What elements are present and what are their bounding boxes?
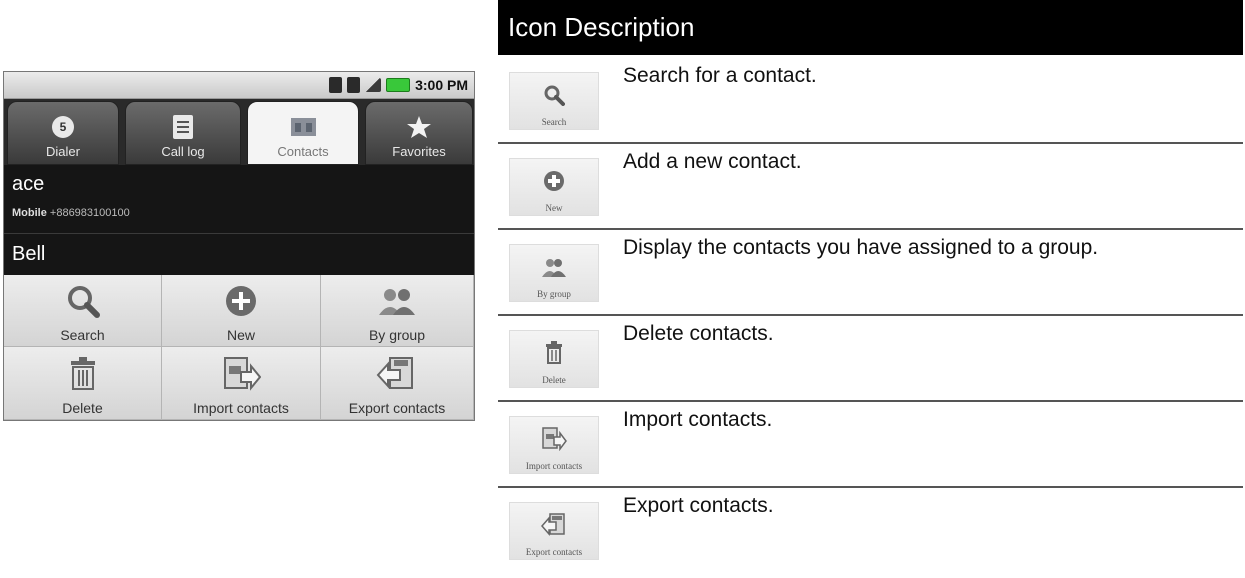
export-icon bbox=[540, 503, 568, 547]
table-row: Search Search for a contact. bbox=[498, 58, 1243, 144]
call-log-icon bbox=[170, 114, 196, 140]
menu-search-button[interactable]: Search bbox=[4, 275, 162, 347]
table-row: Delete Delete contacts. bbox=[498, 316, 1243, 402]
icon-cell: Export contacts bbox=[509, 502, 599, 560]
icon-label: Import contacts bbox=[525, 461, 583, 471]
menu-export-contacts-button[interactable]: Export contacts bbox=[321, 347, 474, 420]
tab-favorites[interactable]: Favorites bbox=[365, 101, 473, 165]
tab-label: Contacts bbox=[277, 144, 329, 159]
contact-number: Mobile +886983100100 bbox=[12, 207, 130, 219]
icon-label: Export contacts bbox=[525, 547, 583, 557]
add-icon bbox=[224, 275, 258, 327]
menu-label: Search bbox=[60, 327, 105, 343]
menu-label: New bbox=[226, 327, 255, 343]
divider bbox=[4, 233, 474, 234]
contacts-icon bbox=[290, 114, 316, 140]
menu-delete-button[interactable]: Delete bbox=[4, 347, 162, 420]
menu-label: By group bbox=[368, 327, 426, 343]
clock: 3:00 PM bbox=[415, 77, 468, 93]
contact-name: Bell bbox=[12, 243, 46, 265]
status-bar: 3:00 PM bbox=[4, 72, 474, 99]
number-type: Mobile bbox=[12, 207, 47, 219]
star-icon bbox=[406, 114, 432, 140]
menu-label: Import contacts bbox=[193, 400, 289, 416]
add-icon bbox=[543, 159, 565, 203]
icon-cell: By group bbox=[509, 244, 599, 302]
table-row: Import contacts Import contacts. bbox=[498, 402, 1243, 488]
icon-description: Import contacts. bbox=[623, 408, 773, 431]
search-icon bbox=[543, 73, 565, 117]
menu-by-group-button[interactable]: By group bbox=[321, 275, 474, 347]
menu-new-button[interactable]: New bbox=[162, 275, 321, 347]
table-header: Icon Description bbox=[498, 0, 1243, 55]
number-value: +886983100100 bbox=[49, 207, 130, 219]
icon-description: Export contacts. bbox=[623, 494, 774, 517]
icon-description: Display the contacts you have assigned t… bbox=[623, 236, 1099, 259]
icon-cell: New bbox=[509, 158, 599, 216]
tab-label: Dialer bbox=[46, 144, 80, 159]
contact-name: ace bbox=[12, 173, 45, 195]
tab-bar: 5 Dialer Call log Contacts Favorites bbox=[4, 99, 474, 165]
icon-label: By group bbox=[537, 289, 571, 299]
import-icon bbox=[221, 347, 261, 400]
tab-dialer[interactable]: 5 Dialer bbox=[7, 101, 119, 165]
trash-icon bbox=[69, 347, 97, 400]
menu-import-contacts-button[interactable]: Import contacts bbox=[162, 347, 321, 420]
icon-cell: Delete bbox=[509, 330, 599, 388]
icon-cell: Import contacts bbox=[509, 416, 599, 474]
battery-icon bbox=[386, 78, 411, 92]
table-row: New Add a new contact. bbox=[498, 144, 1243, 230]
menu-label: Delete bbox=[62, 400, 103, 416]
tab-label: Call log bbox=[161, 144, 205, 159]
icon-label: Delete bbox=[542, 375, 566, 385]
sd-card-icon bbox=[347, 77, 361, 93]
import-icon bbox=[541, 417, 567, 461]
contact-list: ace Mobile +886983100100 Bell bbox=[4, 165, 474, 275]
menu-label: Export contacts bbox=[348, 400, 446, 416]
signal-icon bbox=[365, 78, 382, 92]
icon-description: Search for a contact. bbox=[623, 64, 817, 87]
export-icon bbox=[376, 347, 418, 400]
phone-screenshot: 3:00 PM 5 Dialer Call log Contacts Favor… bbox=[3, 71, 475, 421]
icon-cell: Search bbox=[509, 72, 599, 130]
options-menu: Search New By group Delete Import contac… bbox=[4, 275, 474, 420]
tab-contacts[interactable]: Contacts bbox=[247, 101, 359, 165]
group-icon bbox=[541, 245, 567, 289]
icon-description: Delete contacts. bbox=[623, 322, 774, 345]
trash-icon bbox=[545, 331, 563, 375]
table-row: By group Display the contacts you have a… bbox=[498, 230, 1243, 316]
icon-label: New bbox=[545, 203, 563, 213]
icon-label: Search bbox=[541, 117, 567, 127]
svg-text:5: 5 bbox=[60, 120, 67, 134]
bluetooth-icon bbox=[329, 77, 343, 93]
tab-label: Favorites bbox=[392, 144, 446, 159]
tab-call-log[interactable]: Call log bbox=[125, 101, 241, 165]
icon-description: Add a new contact. bbox=[623, 150, 802, 173]
table-row: Export contacts Export contacts. bbox=[498, 488, 1243, 574]
dialer-icon: 5 bbox=[50, 114, 76, 140]
search-icon bbox=[66, 275, 100, 327]
group-icon bbox=[377, 275, 417, 327]
